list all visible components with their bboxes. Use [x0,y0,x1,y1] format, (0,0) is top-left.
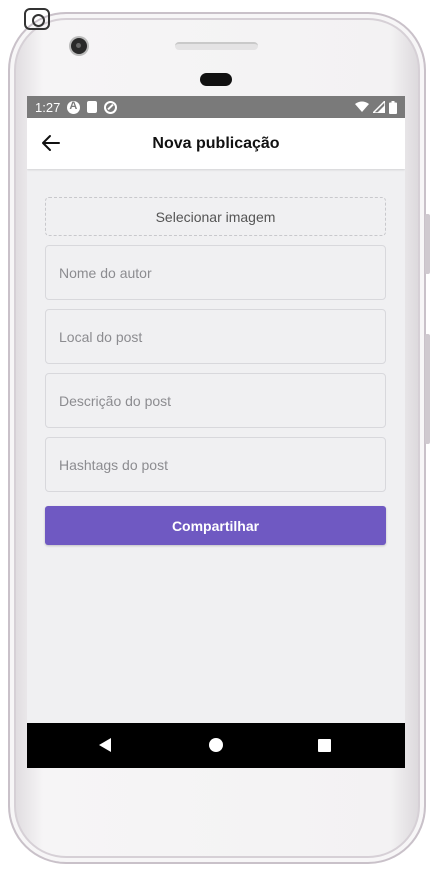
power-button [425,334,430,444]
app-header: Nova publicação [27,118,405,169]
status-bar: 1:27 [27,96,405,118]
page-title: Nova publicação [152,134,280,152]
new-post-form: Selecionar imagem Compartilhar [45,197,386,545]
screenshot-camera-icon [24,8,50,30]
nav-home-icon[interactable] [209,738,223,752]
volume-button [425,214,430,274]
select-image-button[interactable]: Selecionar imagem [45,197,386,236]
front-camera [71,38,87,54]
proximity-sensor [200,73,232,86]
do-not-disturb-icon [104,100,118,114]
select-image-label: Selecionar imagem [155,208,276,225]
sd-card-icon [87,101,98,113]
back-button[interactable] [39,131,63,155]
post-hashtags-input[interactable] [45,437,386,492]
earpiece-speaker [175,42,258,50]
post-description-input[interactable] [45,373,386,428]
arrow-left-icon [42,135,60,151]
author-name-input[interactable] [45,245,386,300]
post-location-input[interactable] [45,309,386,364]
signal-icon [373,101,385,113]
battery-icon [389,100,397,114]
nav-back-icon[interactable] [99,738,111,752]
status-time: 1:27 [35,99,61,115]
wifi-icon [355,101,369,112]
system-nav-bar [27,723,405,768]
app-a-icon [67,100,81,114]
share-button[interactable]: Compartilhar [45,506,386,545]
nav-recents-icon[interactable] [318,739,331,752]
app-screen: 1:27 Nova publicação [27,96,405,768]
